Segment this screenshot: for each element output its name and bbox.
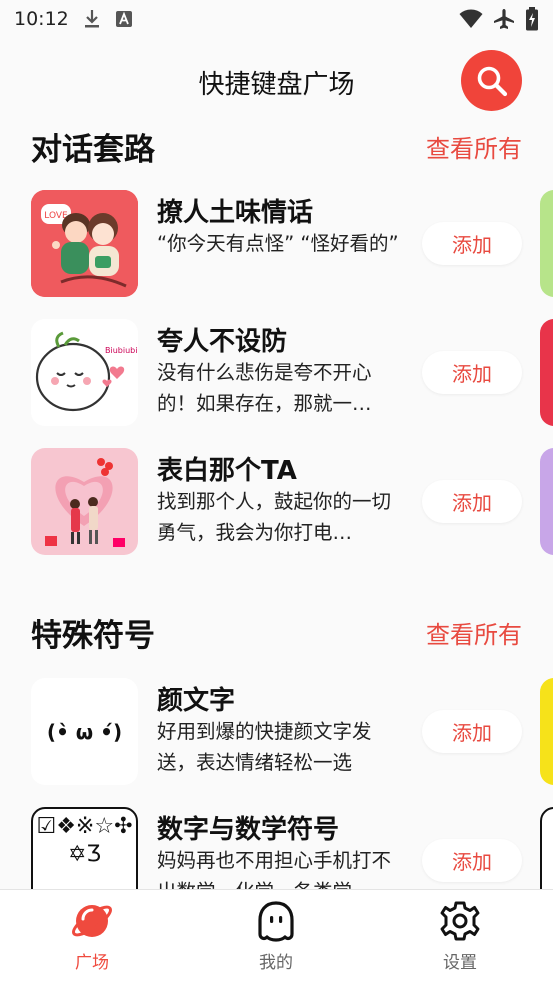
item-description: 没有什么悲伤是夸不开心的！如果存在，那就一… — [157, 361, 372, 415]
item-description: 妈妈再也不用担心手机打不出数学、化学、各类学… — [157, 849, 392, 889]
download-icon — [83, 9, 101, 29]
cute-bun-thumbnail: Biubiubiu — [31, 319, 138, 426]
math-symbols-thumbnail-text: ☑❖※☆✣✡Ʒ — [36, 814, 133, 867]
next-card-peek — [540, 319, 553, 426]
math-symbols-thumbnail: ☑❖※☆✣✡Ʒ — [31, 807, 138, 889]
next-card-peek — [540, 448, 553, 555]
add-button[interactable]: 添加 — [422, 480, 522, 523]
section-title: 特殊符号 — [31, 617, 155, 654]
add-button[interactable]: 添加 — [422, 839, 522, 882]
list-item[interactable]: 表白那个TA 找到那个人，鼓起你的一切勇气，我会为你打电… 添加 — [0, 448, 553, 556]
add-button[interactable]: 添加 — [422, 351, 522, 394]
see-all-link[interactable]: 查看所有 — [426, 129, 522, 164]
list-item[interactable]: (•̀ ω •́) 颜文字 好用到爆的快捷颜文字发送，表达情绪轻松一选 添加 — [0, 678, 553, 786]
list-item[interactable]: LOVE 撩人土味情话 “你今天有点怪” “怪好看的” 添加 — [0, 190, 553, 298]
wifi-icon — [459, 9, 483, 29]
item-title: 数字与数学符号 — [157, 815, 340, 845]
tab-label: 设置 — [443, 953, 477, 973]
section-header-symbols: 特殊符号 查看所有 — [31, 610, 522, 654]
bottom-nav: 广场 我的 设置 — [0, 889, 553, 984]
status-time: 10:12 — [14, 8, 69, 30]
svg-text:Biubiubiu: Biubiubiu — [105, 346, 138, 355]
kaomoji-thumbnail-text: (•̀ ω •́) — [46, 719, 123, 744]
tab-settings[interactable]: 设置 — [400, 900, 520, 973]
keyboard-a-icon — [115, 10, 133, 28]
item-description: 找到那个人，鼓起你的一切勇气，我会为你打电… — [157, 490, 392, 544]
search-icon — [477, 66, 507, 96]
tab-mine[interactable]: 我的 — [216, 900, 336, 973]
list-item[interactable]: ☑❖※☆✣✡Ʒ 数字与数学符号 妈妈再也不用担心手机打不出数学、化学、各类学… … — [0, 807, 553, 889]
kaomoji-thumbnail: (•̀ ω •́) — [31, 678, 138, 785]
planet-icon — [72, 905, 112, 937]
tab-plaza[interactable]: 广场 — [32, 900, 152, 973]
add-button[interactable]: 添加 — [422, 710, 522, 753]
airplane-icon — [493, 8, 515, 30]
item-title: 颜文字 — [157, 686, 236, 716]
item-title: 夸人不设防 — [157, 327, 288, 357]
app-header: 快捷键盘广场 — [0, 38, 553, 124]
item-description: 好用到爆的快捷颜文字发送，表达情绪轻松一选 — [157, 720, 372, 774]
tab-label: 广场 — [75, 953, 109, 973]
add-button[interactable]: 添加 — [422, 222, 522, 265]
next-card-peek — [540, 678, 553, 785]
section-title: 对话套路 — [31, 131, 155, 168]
section-header-dialog: 对话套路 查看所有 — [31, 124, 522, 168]
item-description: “你今天有点怪” “怪好看的” — [157, 232, 399, 255]
status-bar: 10:12 — [0, 0, 553, 38]
battery-charging-icon — [525, 7, 539, 31]
list-item[interactable]: Biubiubiu 夸人不设防 没有什么悲伤是夸不开心的！如果存在，那就一… 添… — [0, 319, 553, 427]
gear-icon — [440, 901, 480, 941]
confession-thumbnail — [31, 448, 138, 555]
tab-label: 我的 — [259, 953, 293, 973]
search-button[interactable] — [461, 50, 522, 111]
item-title: 表白那个TA — [157, 456, 297, 486]
next-card-peek — [540, 190, 553, 297]
ghost-icon — [258, 901, 294, 942]
content-scroll[interactable]: 对话套路 查看所有 LOVE 撩人土味情话 “你今天有点怪” “怪好看的” 添加 — [0, 124, 553, 889]
item-title: 撩人土味情话 — [157, 198, 314, 228]
next-card-peek — [540, 807, 553, 889]
couple-thumbnail: LOVE — [31, 190, 138, 297]
see-all-link[interactable]: 查看所有 — [426, 615, 522, 650]
